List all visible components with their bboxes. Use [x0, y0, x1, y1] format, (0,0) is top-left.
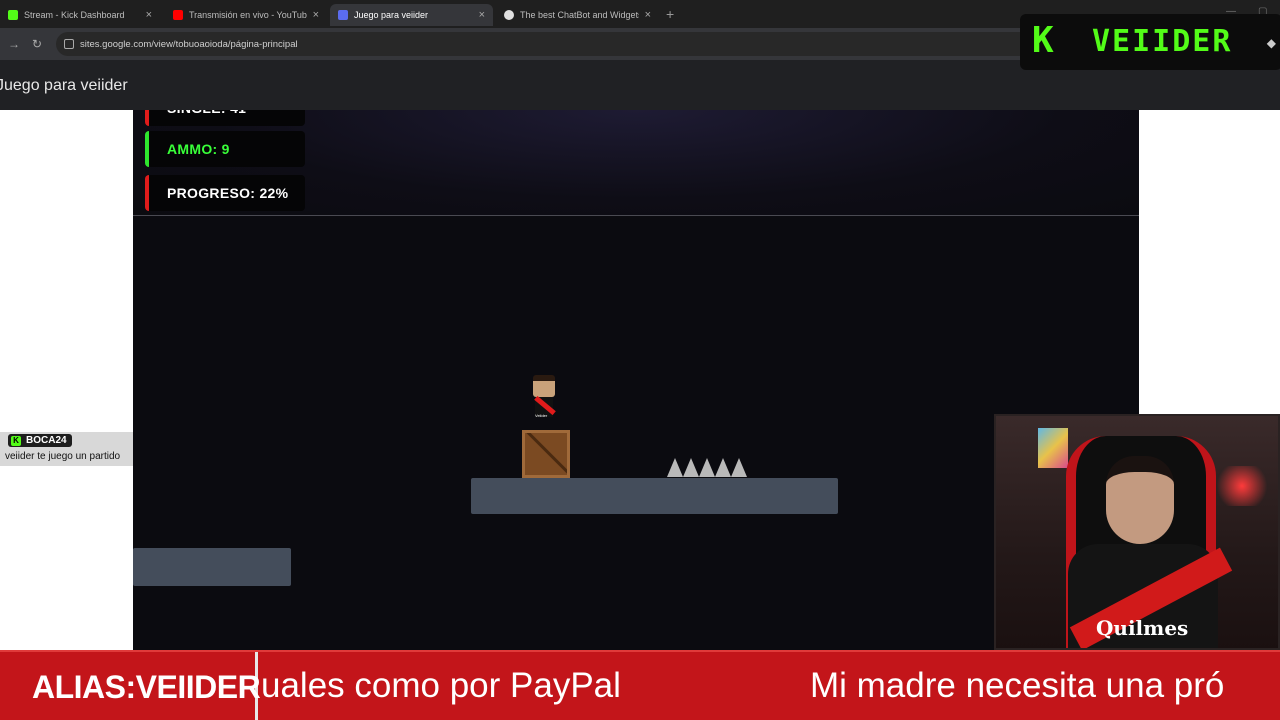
url-text: sites.google.com/view/tobuoaoioda/página… — [80, 38, 298, 50]
streamer-face — [1106, 456, 1174, 544]
alias-label: ALIAS:VEIIDER — [0, 652, 261, 720]
webcam-feed: Quilmes — [994, 414, 1280, 650]
spike-icon — [699, 458, 715, 477]
spike-icon — [683, 458, 699, 477]
ticker-bar: ALIAS:VEIIDER uales como por PayPal Mi m… — [0, 650, 1280, 720]
close-icon[interactable]: × — [146, 9, 152, 21]
kick-badge-icon: K — [11, 435, 21, 446]
game-canvas[interactable]: SINGLE: 41 AMMO: 9 PROGRESO: 22% Veiider — [133, 110, 1139, 650]
hud-partial: SINGLE: 41 — [145, 110, 305, 126]
tab-kick-dashboard[interactable]: Stream - Kick Dashboard × — [0, 4, 160, 26]
spike-icon — [667, 458, 683, 477]
forward-icon[interactable]: → — [8, 37, 20, 51]
tab-title: The best ChatBot and Widgets — [520, 10, 639, 20]
hud-progress: PROGRESO: 22% — [145, 175, 305, 211]
chat-message: veiider te juego un partido — [5, 451, 121, 462]
tab-title: Stream - Kick Dashboard — [24, 10, 125, 20]
spike-icon — [731, 458, 747, 477]
google-sites-favicon-icon — [338, 10, 348, 20]
spike-icon — [715, 458, 731, 477]
chat-overlay: K BOCA24 veiider te juego un partido — [0, 432, 133, 466]
close-icon[interactable]: × — [313, 9, 319, 21]
tab-juego[interactable]: Juego para veiider × — [330, 4, 493, 26]
diamond-icon: ◆ — [1266, 36, 1276, 50]
shirt-sponsor-text: Quilmes — [1096, 616, 1189, 640]
page-title: Juego para veiider — [0, 77, 128, 94]
player-head — [533, 375, 555, 397]
new-tab-icon[interactable]: + — [666, 6, 674, 22]
kick-logo-icon: K — [1032, 20, 1054, 61]
ticker-text-1: uales como por PayPal — [261, 666, 621, 705]
player-tag: Veiider — [535, 413, 548, 418]
main-platform — [471, 478, 838, 514]
youtube-favicon-icon — [173, 10, 183, 20]
chat-user: K BOCA24 — [8, 434, 72, 447]
tab-title: Transmisión en vivo - YouTube — [189, 10, 307, 20]
hud-ammo: AMMO: 9 — [145, 131, 305, 167]
left-platform — [133, 548, 291, 586]
wall-poster — [1038, 428, 1068, 468]
wooden-crate — [522, 430, 570, 478]
spikes-hazard — [667, 458, 747, 477]
tab-title: Juego para veiider — [354, 10, 429, 20]
close-icon[interactable]: × — [479, 9, 485, 21]
ticker-text-2: Mi madre necesita una pró — [810, 666, 1225, 705]
player-character: Veiider — [529, 375, 559, 423]
chatbot-favicon-icon — [504, 10, 514, 20]
tab-chatbot[interactable]: The best ChatBot and Widgets × — [496, 4, 659, 26]
streamer-name: VEIIDER — [1092, 24, 1233, 59]
tab-youtube[interactable]: Transmisión en vivo - YouTube × — [165, 4, 327, 26]
rgb-lights — [1212, 466, 1272, 506]
reload-icon[interactable]: ↻ — [32, 37, 42, 51]
streamer-logo: K VEIIDER ◆ — [1020, 14, 1280, 70]
kick-favicon-icon — [8, 10, 18, 20]
screen: Stream - Kick Dashboard × Transmisión en… — [0, 0, 1280, 720]
close-icon[interactable]: × — [645, 9, 651, 21]
chat-username: BOCA24 — [26, 435, 67, 446]
site-info-icon[interactable] — [64, 39, 74, 49]
